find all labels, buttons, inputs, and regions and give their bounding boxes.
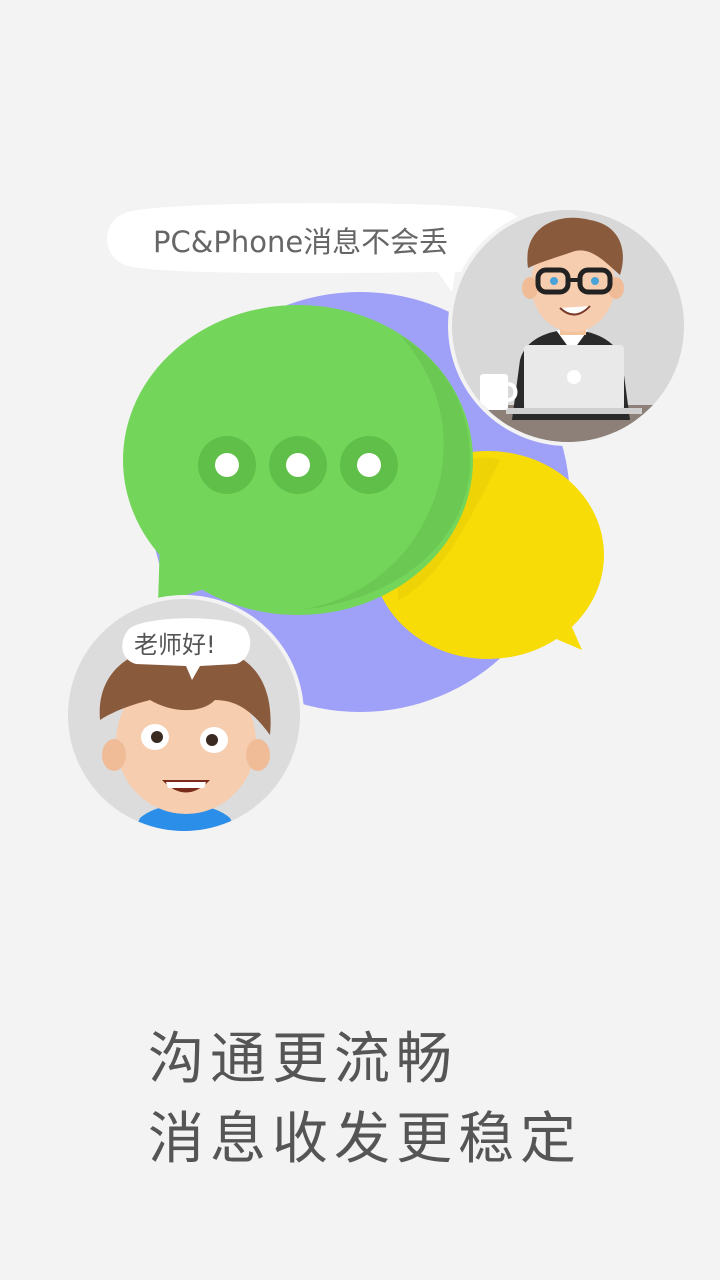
caption-line-2: 消息收发更稳定 — [148, 1107, 582, 1172]
top-speech-bubble-text: PC&Phone消息不会丢 — [153, 225, 448, 259]
student-speech-bubble-text: 老师好! — [134, 631, 216, 659]
onboarding-screen: PC&Phone消息不会丢 老师好! 沟通更流畅 消息收发更稳定 — [0, 0, 720, 1280]
green-chat-bubble-icon — [123, 305, 473, 615]
chat-illustration: PC&Phone消息不会丢 老师好! — [64, 203, 688, 835]
caption-line-1: 沟通更流畅 — [148, 1027, 458, 1092]
